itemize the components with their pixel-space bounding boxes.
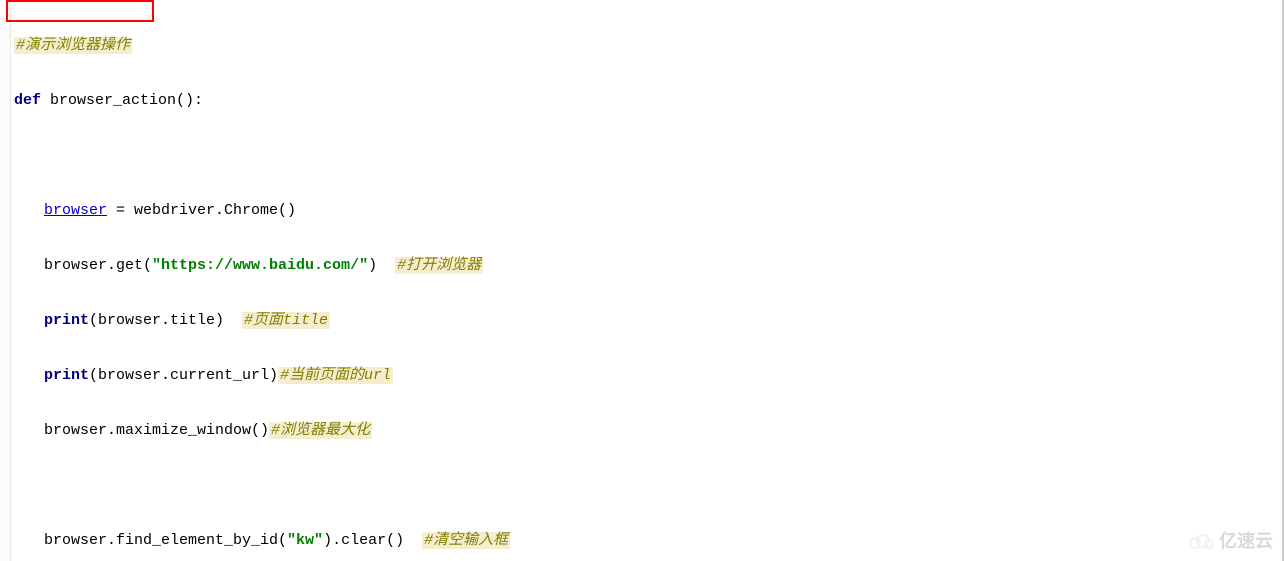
code-text: ) xyxy=(368,257,395,274)
line-comment: #浏览器最大化 xyxy=(269,422,372,439)
code-text: (browser.title) xyxy=(89,312,242,329)
line-comment: #当前页面的url xyxy=(278,367,393,384)
watermark: 亿速云 xyxy=(1187,528,1273,556)
right-border xyxy=(1282,0,1283,561)
string-literal: "https://www.baidu.com/" xyxy=(152,257,368,274)
code-text: ).clear() xyxy=(323,532,422,549)
builtin-print: print xyxy=(44,367,89,384)
code-block[interactable]: #演示浏览器操作 def browser_action(): browser =… xyxy=(14,4,1185,561)
line-comment: #演示浏览器操作 xyxy=(14,37,132,54)
code-text: browser.maximize_window() xyxy=(44,422,269,439)
builtin-print: print xyxy=(44,312,89,329)
watermark-text: 亿速云 xyxy=(1219,528,1273,556)
identifier-browser[interactable]: browser xyxy=(44,202,107,219)
code-text: browser.find_element_by_id( xyxy=(44,532,287,549)
code-text: browser.get( xyxy=(44,257,152,274)
string-literal: "kw" xyxy=(287,532,323,549)
editor-gutter xyxy=(0,0,11,561)
line-comment: #清空输入框 xyxy=(422,532,510,549)
line-comment: #页面title xyxy=(242,312,330,329)
code-editor-viewport: #演示浏览器操作 def browser_action(): browser =… xyxy=(0,0,1284,561)
code-text: browser_action(): xyxy=(41,92,203,109)
keyword-def: def xyxy=(14,92,41,109)
code-text: (browser.current_url) xyxy=(89,367,278,384)
line-comment: #打开浏览器 xyxy=(395,257,483,274)
cloud-icon xyxy=(1187,532,1215,550)
code-text: = webdriver.Chrome() xyxy=(107,202,296,219)
